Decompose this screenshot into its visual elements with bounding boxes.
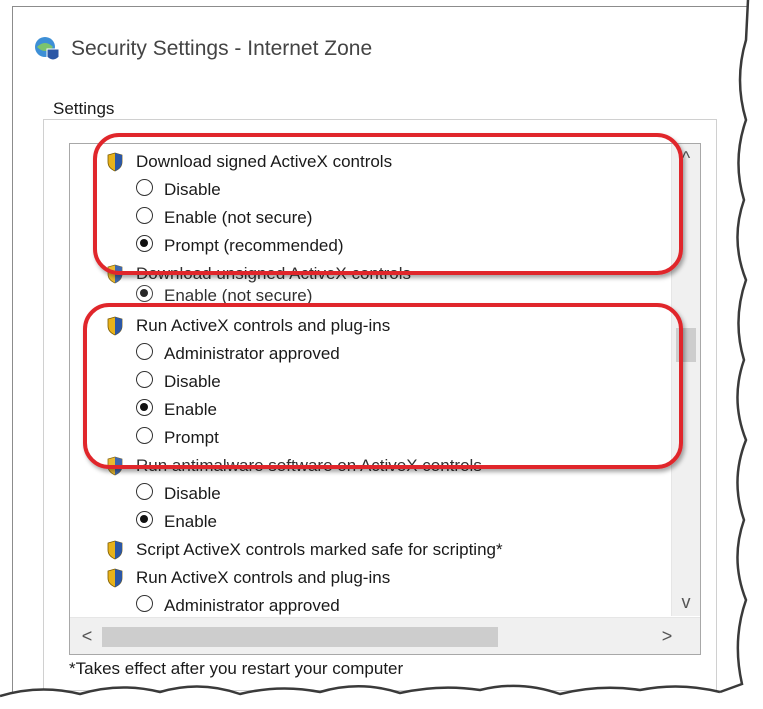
scroll-left-button[interactable]: < xyxy=(76,624,98,648)
radio-unselected[interactable] xyxy=(136,371,153,388)
vertical-scrollbar[interactable]: ^ v xyxy=(671,144,700,616)
shield-icon xyxy=(107,540,123,560)
restart-note: *Takes effect after you restart your com… xyxy=(69,659,404,678)
radio-unselected[interactable] xyxy=(136,343,153,360)
setting-label: Run ActiveX controls and plug-ins xyxy=(136,568,391,587)
shield-icon xyxy=(107,456,123,476)
setting-label: Enable xyxy=(164,512,217,531)
setting-label: Download signed ActiveX controls xyxy=(136,152,393,171)
setting-label: Run ActiveX controls and plug-ins xyxy=(136,316,391,335)
radio-unselected[interactable] xyxy=(136,427,153,444)
setting-label: Enable (not secure) xyxy=(164,208,313,227)
security-settings-dialog: Security Settings - Internet Zone Settin… xyxy=(12,6,750,698)
shield-icon xyxy=(107,316,123,336)
setting-label: Disable xyxy=(164,180,221,199)
setting-label: Disable xyxy=(164,484,221,503)
scroll-up-button[interactable]: ^ xyxy=(672,144,700,172)
setting-label: Administrator approved xyxy=(164,344,340,363)
horizontal-scroll-thumb[interactable] xyxy=(102,627,498,647)
setting-label: Enable (not secure) xyxy=(164,286,313,305)
settings-tree[interactable]: Download signed ActiveX controls Disable E… xyxy=(69,143,701,655)
globe-shield-icon xyxy=(35,37,60,61)
shield-icon xyxy=(107,264,123,284)
radio-selected[interactable] xyxy=(136,511,153,528)
setting-label: Script ActiveX controls marked safe for … xyxy=(136,540,503,559)
radio-unselected[interactable] xyxy=(136,483,153,500)
window-title: Security Settings - Internet Zone xyxy=(71,37,373,60)
setting-label: Disable xyxy=(164,372,221,391)
setting-label: Prompt xyxy=(164,428,219,447)
setting-label: Download unsigned ActiveX controls xyxy=(136,264,411,283)
radio-unselected[interactable] xyxy=(136,207,153,224)
radio-selected[interactable] xyxy=(136,399,153,416)
scroll-down-button[interactable]: v xyxy=(672,588,700,616)
radio-selected[interactable] xyxy=(136,285,153,302)
scroll-right-button[interactable]: > xyxy=(656,624,678,648)
radio-unselected[interactable] xyxy=(136,179,153,196)
vertical-scroll-thumb[interactable] xyxy=(676,328,696,362)
shield-icon xyxy=(107,568,123,588)
horizontal-scrollbar[interactable]: < > xyxy=(70,617,700,654)
shield-icon xyxy=(107,152,123,172)
settings-tree-content: Download signed ActiveX controls Disable E… xyxy=(70,144,670,616)
radio-unselected[interactable] xyxy=(136,595,153,612)
setting-label: Administrator approved xyxy=(164,596,340,615)
setting-label: Run antimalware software on ActiveX cont… xyxy=(136,456,482,475)
radio-selected[interactable] xyxy=(136,235,153,252)
setting-label: Prompt (recommended) xyxy=(164,236,344,255)
settings-group-label: Settings xyxy=(53,99,115,118)
setting-label: Enable xyxy=(164,400,217,419)
